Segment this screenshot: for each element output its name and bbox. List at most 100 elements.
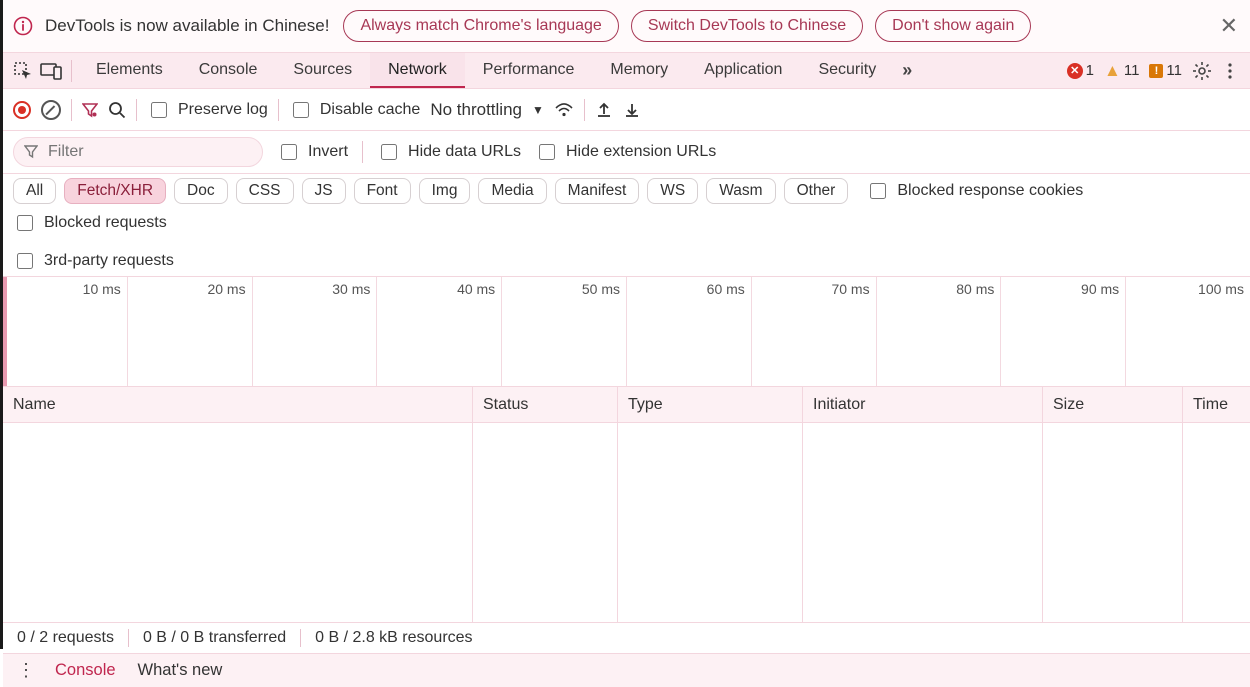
error-counter[interactable]: ✕1	[1067, 62, 1094, 79]
drawer-tab-console[interactable]: Console	[55, 661, 116, 680]
chip-font[interactable]: Font	[354, 178, 411, 204]
tick-label: 100 ms	[1198, 281, 1244, 297]
devtools-tabbar: Elements Console Sources Network Perform…	[3, 53, 1250, 89]
type-filter-row: All Fetch/XHR Doc CSS JS Font Img Media …	[3, 174, 1250, 277]
divider	[278, 99, 279, 121]
issues-icon: !	[1149, 64, 1163, 78]
blocked-cookies-checkbox[interactable]: Blocked response cookies	[866, 180, 1083, 202]
kebab-menu-icon[interactable]	[1216, 57, 1244, 85]
hide-data-urls-checkbox[interactable]: Hide data URLs	[377, 141, 521, 163]
hide-ext-label: Hide extension URLs	[566, 143, 716, 161]
chip-other[interactable]: Other	[784, 178, 849, 204]
chip-wasm[interactable]: Wasm	[706, 178, 775, 204]
tab-elements[interactable]: Elements	[78, 53, 181, 88]
tick-label: 50 ms	[582, 281, 620, 297]
filter-input[interactable]	[13, 137, 263, 167]
network-conditions-icon[interactable]	[554, 102, 574, 118]
disable-cache-label: Disable cache	[320, 101, 421, 119]
warning-counter[interactable]: ▲11	[1104, 61, 1139, 81]
tick-label: 60 ms	[707, 281, 745, 297]
third-party-label: 3rd-party requests	[44, 252, 174, 270]
chevron-down-icon: ▼	[532, 103, 544, 117]
filter-toggle-icon[interactable]	[82, 102, 98, 118]
hide-data-label: Hide data URLs	[408, 143, 521, 161]
tab-memory[interactable]: Memory	[592, 53, 686, 88]
search-icon[interactable]	[108, 101, 126, 119]
divider	[362, 141, 363, 163]
drawer-tab-whatsnew[interactable]: What's new	[138, 661, 223, 680]
issues-counter[interactable]: !11	[1149, 62, 1182, 79]
import-har-icon[interactable]	[595, 101, 613, 119]
tab-application[interactable]: Application	[686, 53, 800, 88]
disable-cache-checkbox[interactable]: Disable cache	[289, 99, 421, 121]
chip-doc[interactable]: Doc	[174, 178, 228, 204]
switch-language-button[interactable]: Switch DevTools to Chinese	[631, 10, 863, 42]
request-table-header: Name Status Type Initiator Size Time	[3, 387, 1250, 423]
overview-timeline[interactable]: 10 ms 20 ms 30 ms 40 ms 50 ms 60 ms 70 m…	[3, 277, 1250, 387]
status-resources: 0 B / 2.8 kB resources	[315, 629, 472, 647]
divider	[136, 99, 137, 121]
tab-network[interactable]: Network	[370, 53, 465, 88]
throttling-value: No throttling	[430, 100, 522, 120]
invert-checkbox[interactable]: Invert	[277, 141, 348, 163]
infobar-message: DevTools is now available in Chinese!	[45, 16, 329, 36]
divider	[71, 99, 72, 121]
chip-all[interactable]: All	[13, 178, 56, 204]
record-button[interactable]	[13, 101, 31, 119]
filter-row: Invert Hide data URLs Hide extension URL…	[3, 131, 1250, 174]
tab-performance[interactable]: Performance	[465, 53, 593, 88]
col-initiator[interactable]: Initiator	[803, 387, 1043, 422]
col-type[interactable]: Type	[618, 387, 803, 422]
tick-label: 90 ms	[1081, 281, 1119, 297]
export-har-icon[interactable]	[623, 101, 641, 119]
drawer-menu-icon[interactable]: ⋮	[17, 660, 33, 681]
tab-security[interactable]: Security	[800, 53, 894, 88]
tick-label: 30 ms	[332, 281, 370, 297]
col-size[interactable]: Size	[1043, 387, 1183, 422]
error-count: 1	[1086, 62, 1094, 79]
preserve-log-label: Preserve log	[178, 101, 268, 119]
panel-tabs: Elements Console Sources Network Perform…	[78, 53, 894, 88]
close-icon[interactable]: ✕	[1216, 13, 1242, 39]
match-language-button[interactable]: Always match Chrome's language	[343, 10, 618, 42]
gear-icon[interactable]	[1188, 57, 1216, 85]
clear-button[interactable]	[41, 100, 61, 120]
timeline-ticks: 10 ms 20 ms 30 ms 40 ms 50 ms 60 ms 70 m…	[3, 277, 1250, 386]
chip-ws[interactable]: WS	[647, 178, 698, 204]
inspect-element-icon[interactable]	[9, 57, 37, 85]
status-requests: 0 / 2 requests	[17, 629, 114, 647]
warning-count: 11	[1124, 62, 1140, 79]
preserve-log-checkbox[interactable]: Preserve log	[147, 99, 268, 121]
col-time[interactable]: Time	[1183, 387, 1250, 422]
col-status[interactable]: Status	[473, 387, 618, 422]
chip-fetch-xhr[interactable]: Fetch/XHR	[64, 178, 166, 204]
drawer-tabbar: ⋮ Console What's new	[3, 654, 1250, 687]
third-party-checkbox[interactable]: 3rd-party requests	[13, 250, 174, 272]
tab-sources[interactable]: Sources	[275, 53, 370, 88]
request-table-body	[3, 423, 1250, 623]
filter-text-input[interactable]	[46, 142, 248, 162]
more-tabs-icon[interactable]: »	[894, 60, 920, 81]
tab-console[interactable]: Console	[181, 53, 276, 88]
network-status-bar: 0 / 2 requests 0 B / 0 B transferred 0 B…	[3, 623, 1250, 654]
divider	[128, 629, 129, 647]
chip-js[interactable]: JS	[302, 178, 346, 204]
blocked-requests-checkbox[interactable]: Blocked requests	[13, 212, 167, 234]
issues-count: 11	[1166, 62, 1182, 79]
tick-label: 20 ms	[207, 281, 245, 297]
chip-css[interactable]: CSS	[236, 178, 294, 204]
chip-img[interactable]: Img	[419, 178, 471, 204]
device-toolbar-icon[interactable]	[37, 57, 65, 85]
throttling-select[interactable]: No throttling ▼	[430, 100, 544, 120]
dismiss-infobar-button[interactable]: Don't show again	[875, 10, 1031, 42]
divider	[584, 99, 585, 121]
info-icon	[13, 16, 33, 36]
tick-label: 80 ms	[956, 281, 994, 297]
hide-extension-urls-checkbox[interactable]: Hide extension URLs	[535, 141, 716, 163]
col-name[interactable]: Name	[3, 387, 473, 422]
error-icon: ✕	[1067, 63, 1083, 79]
tick-label: 10 ms	[83, 281, 121, 297]
chip-manifest[interactable]: Manifest	[555, 178, 640, 204]
chip-media[interactable]: Media	[478, 178, 546, 204]
issue-counters: ✕1 ▲11 !11	[1061, 61, 1188, 81]
